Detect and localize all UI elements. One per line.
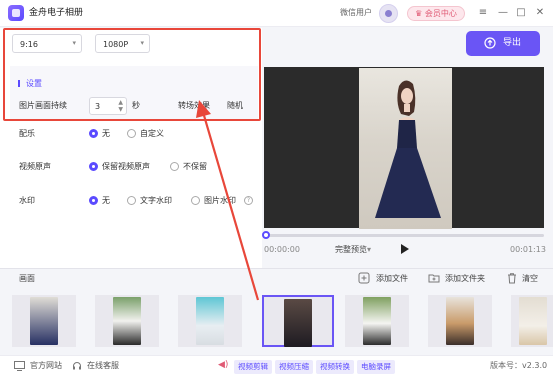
- app-logo-icon: [8, 5, 24, 21]
- clear-button[interactable]: 清空: [522, 275, 538, 283]
- audio-label: 视频原声: [19, 162, 51, 171]
- watermark-image-label: 图片水印: [204, 196, 236, 205]
- vip-icon: ♛: [415, 9, 425, 18]
- maximize-icon[interactable]: □: [514, 6, 528, 20]
- tool-video-convert[interactable]: 视频转换: [316, 360, 354, 374]
- progress-handle[interactable]: [262, 231, 270, 239]
- add-file-button[interactable]: 添加文件: [376, 275, 408, 283]
- export-label: 导出: [503, 38, 522, 48]
- thumbnail-6[interactable]: [428, 295, 492, 347]
- vip-center-button[interactable]: ♛ 会员中心: [407, 6, 465, 21]
- app-window: 金舟电子相册 微信用户 ♛ 会员中心 ≡ — □ ✕ 9:16 ▾ 1080P …: [0, 0, 553, 378]
- thumbnail-3[interactable]: [178, 295, 242, 347]
- music-none-radio[interactable]: [89, 129, 98, 138]
- close-icon[interactable]: ✕: [533, 6, 547, 20]
- full-preview-label[interactable]: 完整预览: [335, 246, 367, 254]
- progress-bar[interactable]: [264, 234, 544, 237]
- monitor-icon: [14, 361, 25, 371]
- strip-title: 画面: [19, 274, 35, 283]
- watermark-label: 水印: [19, 196, 35, 205]
- add-folder-button[interactable]: 添加文件夹: [445, 275, 485, 283]
- thumbnail-2[interactable]: [95, 295, 159, 347]
- watermark-text-label: 文字水印: [140, 196, 172, 205]
- music-custom-label: 自定义: [140, 129, 164, 138]
- watermark-none-radio[interactable]: [89, 196, 98, 205]
- tool-video-compress[interactable]: 视频压缩: [275, 360, 313, 374]
- tool-video-edit[interactable]: 视频剪辑: [234, 360, 272, 374]
- vip-label: 会员中心: [424, 9, 457, 18]
- thumbnail-5[interactable]: [345, 295, 409, 347]
- watermark-text-radio[interactable]: [127, 196, 136, 205]
- export-button[interactable]: 导出: [466, 31, 540, 56]
- music-none-label: 无: [102, 129, 110, 138]
- thumbnail-4-selected[interactable]: [262, 295, 334, 347]
- help-icon[interactable]: ?: [244, 196, 253, 205]
- thumbnail-7[interactable]: [511, 295, 553, 347]
- annotation-highlight-box: [3, 28, 261, 121]
- menu-icon[interactable]: ≡: [476, 6, 490, 20]
- user-name[interactable]: 微信用户: [340, 9, 372, 17]
- app-title: 金舟电子相册: [29, 8, 84, 18]
- watermark-image-radio[interactable]: [191, 196, 200, 205]
- watermark-none-label: 无: [102, 196, 110, 205]
- preview-photo: [359, 68, 452, 229]
- avatar-icon[interactable]: [379, 4, 398, 23]
- tool-screen-record[interactable]: 电脑录屏: [357, 360, 395, 374]
- audio-drop-label: 不保留: [183, 162, 207, 171]
- add-file-icon: [358, 272, 370, 284]
- preview-chevron-icon[interactable]: ▾: [367, 246, 371, 254]
- export-icon: [484, 37, 496, 49]
- version-label: 版本号：v2.3.0: [490, 361, 548, 370]
- audio-keep-radio[interactable]: [89, 162, 98, 171]
- audio-keep-label: 保留视频原声: [102, 162, 150, 171]
- headset-icon: [73, 362, 81, 370]
- trash-icon: [508, 273, 516, 284]
- audio-drop-radio[interactable]: [170, 162, 179, 171]
- thumbnail-1[interactable]: [12, 295, 76, 347]
- speaker-icon: ◀): [218, 360, 229, 370]
- time-end: 00:01:13: [510, 245, 546, 254]
- time-start: 00:00:00: [264, 245, 300, 254]
- music-custom-radio[interactable]: [127, 129, 136, 138]
- add-folder-icon: [428, 274, 440, 283]
- minimize-icon[interactable]: —: [496, 6, 510, 20]
- music-label: 配乐: [19, 129, 35, 138]
- official-site-link[interactable]: 官方网站: [30, 362, 62, 370]
- online-service-link[interactable]: 在线客服: [87, 362, 119, 370]
- play-icon[interactable]: [397, 242, 411, 256]
